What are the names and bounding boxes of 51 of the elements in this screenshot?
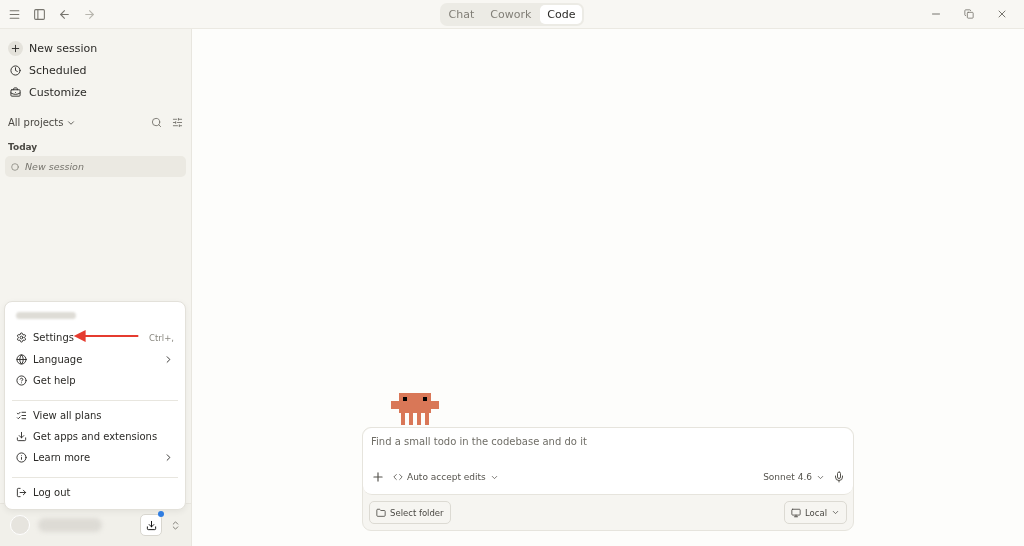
model-dropdown[interactable]: Sonnet 4.6 [763, 472, 825, 482]
project-filter[interactable]: All projects [8, 117, 76, 128]
mode-dropdown[interactable]: Auto accept edits [393, 472, 499, 482]
back-arrow-icon[interactable] [58, 7, 71, 21]
sidebar-item[interactable]: New session [5, 37, 186, 59]
expand-icon[interactable] [170, 519, 181, 531]
info-icon [16, 452, 27, 464]
menu-item[interactable]: Log out [12, 476, 178, 503]
sidebar-item[interactable]: Scheduled [5, 59, 186, 81]
sidebar-item[interactable]: Customize [5, 81, 186, 103]
mode-tab[interactable]: Cowork [483, 4, 539, 24]
environment-dropdown[interactable]: Local [783, 501, 847, 524]
section-heading: Today [7, 141, 39, 154]
restore-icon[interactable] [964, 9, 974, 19]
circle-icon [11, 162, 19, 171]
chevron-down-icon [831, 508, 840, 517]
redacted-email [16, 312, 76, 319]
menu-item[interactable]: Learn more [12, 447, 178, 469]
globe-icon [16, 353, 27, 365]
code-icon [393, 472, 403, 482]
download-icon [145, 519, 157, 531]
mascot-drawing [391, 393, 439, 425]
help-icon [16, 375, 27, 387]
select-folder-button[interactable]: Select folder [369, 501, 451, 524]
menu-item[interactable]: Settings Ctrl+, [12, 327, 178, 349]
logout-icon [16, 486, 27, 498]
monitor-icon [790, 507, 801, 518]
checklist-icon [16, 409, 27, 421]
clock-icon [8, 62, 23, 78]
annotation-arrow [72, 328, 140, 344]
menu-item[interactable]: Language [12, 348, 178, 370]
session-item[interactable]: New session [5, 156, 186, 177]
sidebar-toggle-icon[interactable] [33, 7, 46, 21]
menu-icon[interactable] [8, 7, 21, 21]
search-icon[interactable] [151, 117, 162, 128]
gear-icon [16, 332, 27, 344]
menu-item[interactable]: View all plans [12, 399, 178, 426]
mode-tab[interactable]: Code [540, 4, 583, 24]
forward-arrow-icon[interactable] [83, 7, 96, 21]
menu-item[interactable]: Get apps and extensions [12, 425, 178, 447]
plus-icon[interactable] [371, 470, 385, 484]
prompt-box[interactable]: Find a small todo in the codebase and do it Auto accept edits Sonnet 4.6 [363, 428, 853, 495]
briefcase-icon [8, 84, 23, 100]
download-icon [16, 430, 27, 442]
filter-icon[interactable] [172, 117, 183, 128]
plus-icon [8, 40, 23, 56]
menu-item[interactable]: Get help [12, 370, 178, 392]
close-icon[interactable] [996, 8, 1008, 20]
folder-icon [376, 507, 386, 518]
download-button[interactable] [140, 514, 162, 536]
microphone-icon[interactable] [833, 471, 845, 483]
